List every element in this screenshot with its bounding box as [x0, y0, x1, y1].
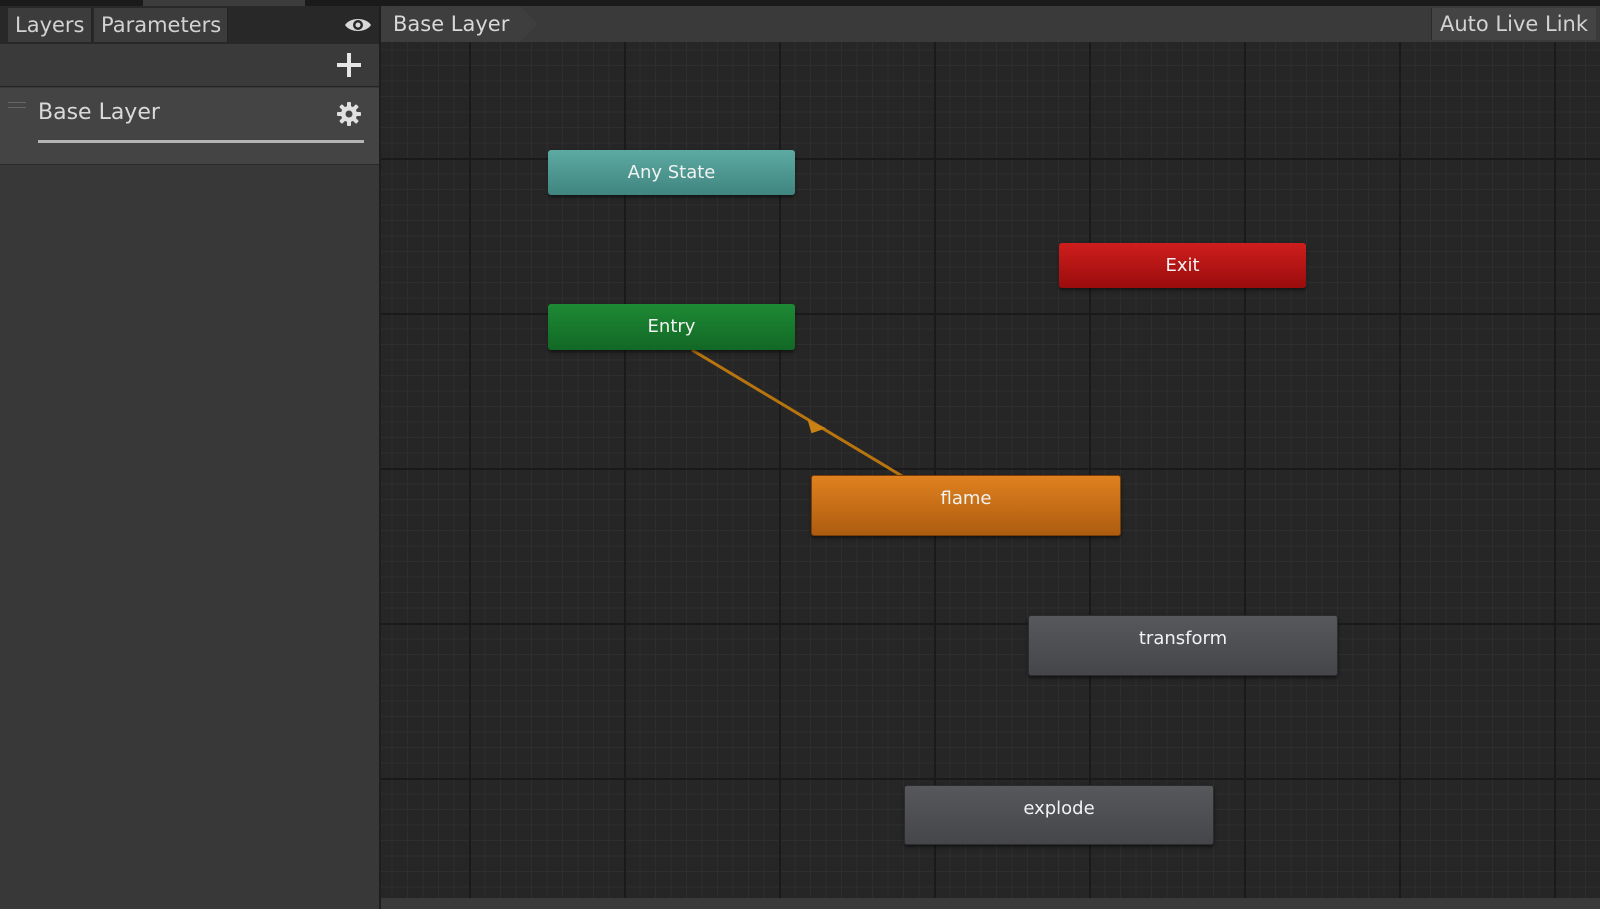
breadcrumb-arrow [520, 6, 538, 42]
drag-handle-icon[interactable] [8, 102, 26, 110]
plus-icon[interactable] [336, 52, 362, 78]
state-transform[interactable]: transform [1028, 615, 1338, 676]
gear-icon[interactable] [337, 102, 361, 126]
layer-weight-bar [38, 140, 364, 143]
eye-icon[interactable] [344, 16, 372, 34]
layer-name: Base Layer [38, 100, 160, 125]
state-label: Any State [627, 162, 716, 183]
state-label: explode [1023, 798, 1095, 819]
state-label: flame [940, 488, 992, 509]
state-label: Entry [647, 316, 696, 337]
left-panel: Layers Parameters Base Layer [0, 6, 381, 909]
panel-tabbar: Layers Parameters [0, 6, 379, 45]
auto-live-link-button[interactable]: Auto Live Link [1431, 8, 1596, 40]
layer-item-base-layer[interactable]: Base Layer [0, 88, 379, 165]
state-explode[interactable]: explode [904, 785, 1214, 845]
state-entry[interactable]: Entry [548, 304, 795, 350]
state-label: transform [1138, 628, 1228, 649]
horizontal-scrollbar[interactable] [381, 898, 1600, 909]
add-layer-row [0, 44, 379, 87]
state-any-state[interactable]: Any State [548, 150, 795, 195]
state-label: Exit [1165, 255, 1200, 276]
tab-parameters[interactable]: Parameters [94, 8, 228, 42]
state-exit[interactable]: Exit [1059, 243, 1306, 288]
tab-layers[interactable]: Layers [8, 8, 92, 42]
graph-toolbar: Base Layer Auto Live Link [381, 6, 1600, 43]
state-flame[interactable]: flame [811, 475, 1121, 536]
breadcrumb[interactable]: Base Layer [381, 6, 520, 42]
